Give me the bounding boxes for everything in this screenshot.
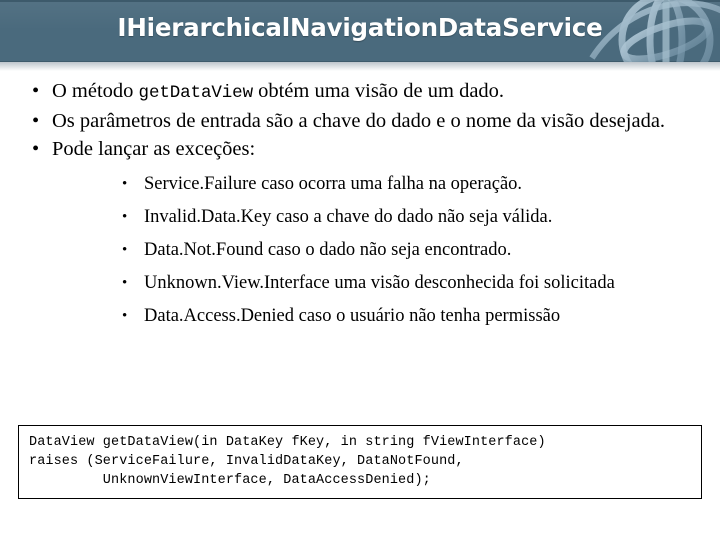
bullet-marker-icon: • [122,176,128,192]
exception-text: Data.Access.Denied caso o usuário não te… [144,306,561,326]
exception-text: Invalid.Data.Key caso a chave do dado nã… [144,207,553,227]
list-item: • O método getDataView obtém uma visão d… [0,78,720,107]
slide-header: IHierarchicalNavigationDataService [0,0,720,62]
header-shadow [0,62,720,71]
slide: IHierarchicalNavigationDataService • O m… [0,0,720,540]
exception-text: Service.Failure caso ocorra uma falha na… [144,174,523,194]
code-block-container: DataView getDataView(in DataKey fKey, in… [18,425,702,499]
list-item: • Invalid.Data.Key caso a chave do dado … [52,201,720,234]
bullet-text: Os parâmetros de entrada são a chave do … [52,110,666,132]
list-item: • Data.Access.Denied caso o usuário não … [52,300,720,333]
exception-text: Data.Not.Found caso o dado não seja enco… [144,240,512,260]
bullet-marker-icon: • [32,138,40,160]
bullet-text: O método getDataView obtém uma visão de … [52,78,720,107]
list-item: • Data.Not.Found caso o dado não seja en… [52,234,720,267]
exception-list: • Service.Failure caso ocorra uma falha … [52,168,720,333]
bullet-text-segment: O método [52,80,139,102]
bullet-marker-icon: • [122,242,128,258]
bullet-marker-icon: • [122,275,128,291]
exception-text: Unknown.View.Interface uma visão desconh… [144,273,615,293]
bullet-marker-icon: • [32,80,40,102]
main-bullet-list: • O método getDataView obtém uma visão d… [0,78,720,333]
inline-code-method: getDataView [138,83,254,103]
page-title: IHierarchicalNavigationDataService [117,13,603,42]
bullet-text-segment: obtém uma visão de um dado. [252,80,505,102]
list-item: • Unknown.View.Interface uma visão desco… [52,267,720,300]
list-item: • Os parâmetros de entrada são a chave d… [0,108,720,135]
bullet-marker-icon: • [122,209,128,225]
idl-signature-code: DataView getDataView(in DataKey fKey, in… [29,435,546,488]
bullet-text: Pode lançar as exceções: [52,138,256,160]
list-item: • Service.Failure caso ocorra uma falha … [52,168,720,201]
list-item: • Pode lançar as exceções: • Service.Fai… [0,136,720,333]
slide-body: • O método getDataView obtém uma visão d… [0,78,720,334]
bullet-marker-icon: • [32,110,40,132]
bullet-marker-icon: • [122,308,128,324]
